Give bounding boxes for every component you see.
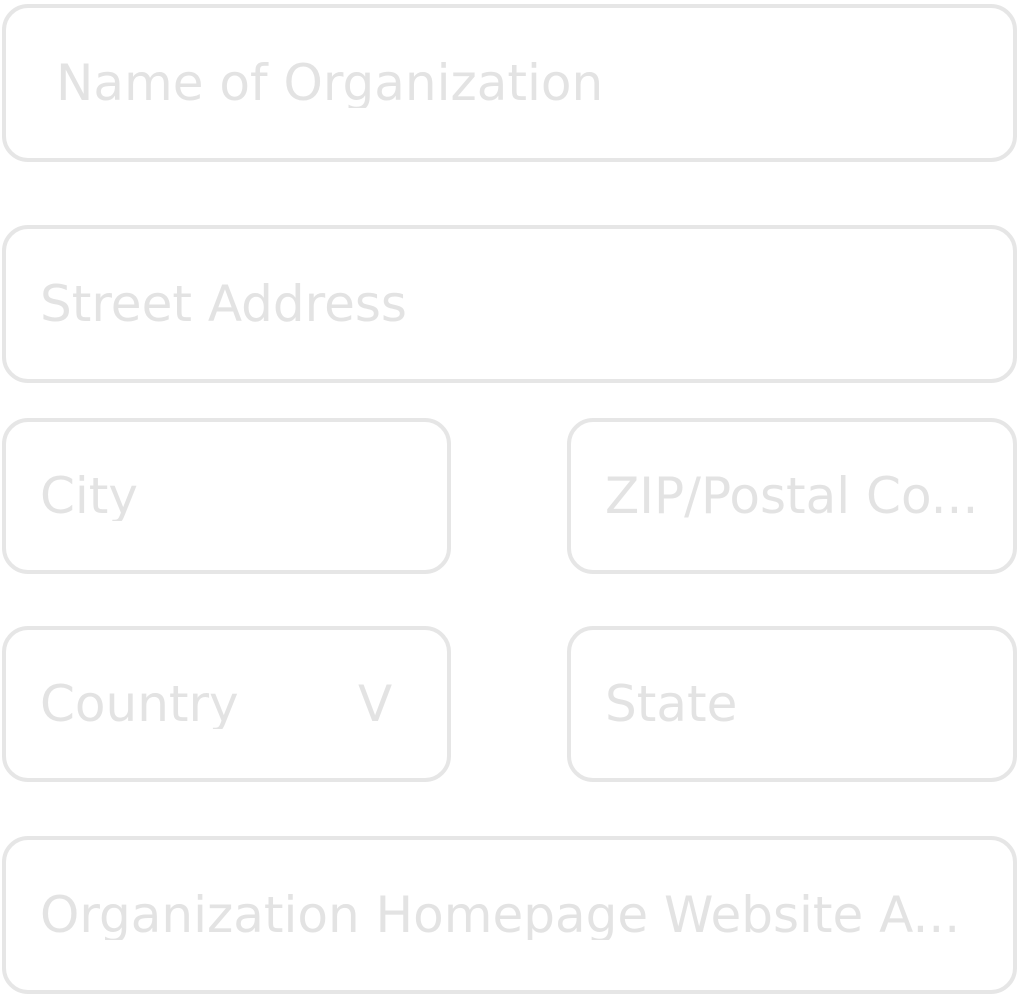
organization-name-field[interactable]: Name of Organization <box>2 4 1017 162</box>
street-address-placeholder: Street Address <box>40 279 407 329</box>
state-field[interactable]: State <box>567 626 1017 782</box>
country-select[interactable]: Country V <box>2 626 451 782</box>
street-address-field[interactable]: Street Address <box>2 225 1017 383</box>
zip-postal-code-field[interactable]: ZIP/Postal Co... <box>567 418 1017 574</box>
city-field[interactable]: City <box>2 418 451 574</box>
country-placeholder: Country <box>40 679 239 729</box>
organization-website-placeholder: Organization Homepage Website A... <box>40 890 961 940</box>
zip-postal-code-placeholder: ZIP/Postal Co... <box>605 471 979 521</box>
organization-website-field[interactable]: Organization Homepage Website A... <box>2 836 1017 994</box>
chevron-down-icon: V <box>358 675 393 733</box>
city-placeholder: City <box>40 471 138 521</box>
organization-name-placeholder: Name of Organization <box>56 58 604 108</box>
state-placeholder: State <box>605 679 738 729</box>
